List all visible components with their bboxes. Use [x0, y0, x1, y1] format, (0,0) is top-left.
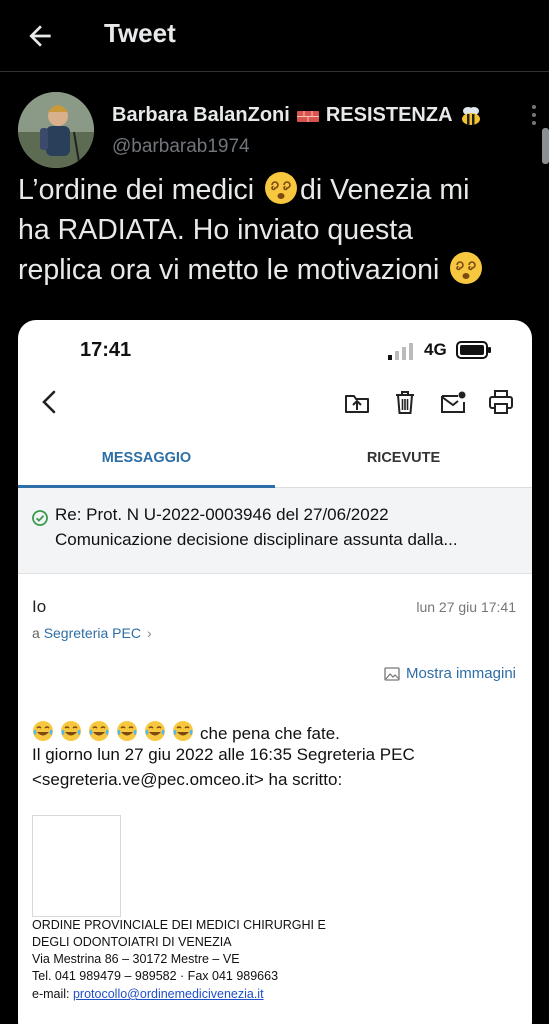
- tweet-line-2: ha RADIATA. Ho inviato questa: [18, 214, 413, 246]
- recipient-prefix: a: [32, 625, 40, 641]
- tears-of-joy-emoji-icon: [33, 721, 53, 741]
- tweet-line-1: L’ordine dei medici di Venezia mi: [18, 170, 538, 210]
- network-type: 4G: [424, 340, 447, 359]
- mail-subject: Re: Prot. N U-2022-0003946 del 27/06/202…: [18, 488, 532, 574]
- mail-body-line-2: Il giorno lun 27 giu 2022 alle 16:35 Seg…: [32, 745, 415, 764]
- image-icon: [384, 666, 400, 681]
- avatar[interactable]: [18, 92, 94, 168]
- tears-of-joy-emoji-icon: [173, 721, 193, 741]
- check-circle-icon: [32, 510, 48, 526]
- tweet-media-image[interactable]: 17:41 4G MESSAGGIO RICEVUTE Re: Prot. N …: [18, 320, 532, 1024]
- mail-body-line-3: <segreteria.ve@pec.omceo.it> ha scritto:: [32, 770, 343, 789]
- mail-date: lun 27 giu 17:41: [416, 599, 516, 615]
- subject-line-1: Re: Prot. N U-2022-0003946 del 27/06/202…: [55, 505, 389, 524]
- top-bar: Tweet: [0, 0, 549, 72]
- tears-of-joy-emoji-group: [32, 720, 200, 747]
- subject-line-2: Comunicazione decisione disciplinare ass…: [55, 530, 458, 549]
- back-arrow-icon[interactable]: [24, 20, 56, 52]
- status-time: 17:41: [80, 339, 132, 361]
- tab-messaggio[interactable]: MESSAGGIO: [18, 438, 275, 488]
- tweet-text: L’ordine dei medici di Venezia mi ha RAD…: [18, 170, 538, 290]
- battery-icon: [456, 341, 491, 359]
- phone-status-bar: 17:41 4G: [18, 320, 532, 384]
- trash-icon[interactable]: [391, 388, 419, 416]
- signal-icon: [388, 343, 413, 360]
- org-line-1: ORDINE PROVINCIALE DEI MEDICI CHIRURGHI …: [32, 918, 326, 932]
- bee-icon: [461, 106, 480, 125]
- brick-icon: [296, 110, 319, 122]
- page-title: Tweet: [104, 18, 176, 48]
- recipient-link[interactable]: Segreteria PEC: [44, 625, 141, 641]
- mark-unread-icon[interactable]: [439, 388, 467, 416]
- mail-tabs: MESSAGGIO RICEVUTE: [18, 438, 532, 488]
- tears-of-joy-emoji-icon: [117, 721, 137, 741]
- tears-of-joy-emoji-icon: [61, 721, 81, 741]
- chevron-right-icon: ›: [146, 625, 152, 641]
- sender-name: Io: [32, 597, 47, 616]
- author-handle[interactable]: @barbarab1974: [112, 136, 250, 158]
- image-placeholder: [32, 815, 121, 917]
- org-line-2: DEGLI ODONTOIATRI DI VENEZIA: [32, 935, 232, 949]
- tears-of-joy-emoji-icon: [145, 721, 165, 741]
- scrollbar[interactable]: [542, 128, 549, 164]
- org-address: Via Mestrina 86 – 30172 Mestre – VE: [32, 952, 240, 966]
- more-vertical-icon[interactable]: [530, 104, 538, 126]
- show-images-button[interactable]: Mostra immagini: [384, 665, 516, 682]
- org-email-link[interactable]: protocollo@ordinemedicivenezia.it: [73, 987, 264, 1001]
- org-email-row: e-mail: protocollo@ordinemedicivenezia.i…: [32, 987, 264, 1001]
- dizzy-face-emoji-icon: [264, 172, 297, 204]
- mail-body-line-1: che pena che fate.: [32, 720, 340, 747]
- tab-ricevute[interactable]: RICEVUTE: [275, 438, 532, 488]
- tears-of-joy-emoji-icon: [89, 721, 109, 741]
- tweet-author: Barbara BalanZoni RESISTENZA @barbarab19…: [18, 92, 538, 170]
- author-name[interactable]: Barbara BalanZoni RESISTENZA: [112, 104, 483, 127]
- mail-toolbar: [18, 384, 532, 424]
- print-icon[interactable]: [487, 388, 515, 416]
- back-chevron-icon[interactable]: [36, 388, 64, 416]
- move-to-folder-icon[interactable]: [343, 388, 371, 416]
- recipient[interactable]: a Segreteria PEC ›: [32, 625, 152, 641]
- org-phone: Tel. 041 989479 – 989582 · Fax 041 98966…: [32, 969, 279, 983]
- tweet-line-3: replica ora vi metto le motivazioni: [18, 250, 538, 290]
- dizzy-face-emoji-icon: [450, 252, 483, 284]
